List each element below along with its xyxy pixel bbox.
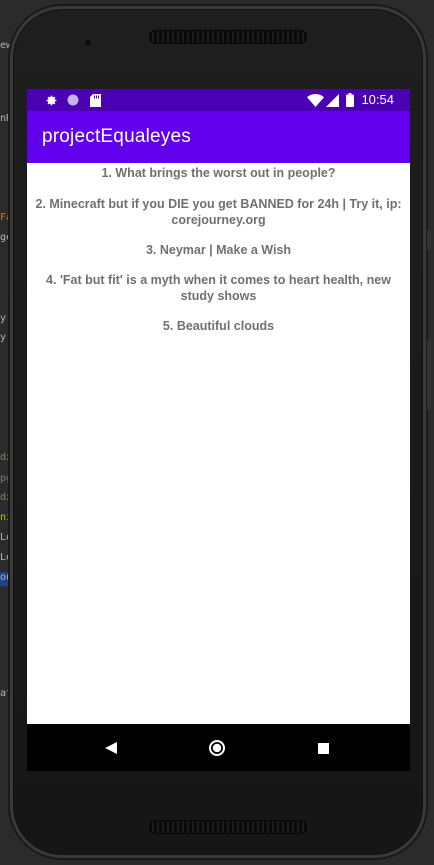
circle-icon bbox=[66, 93, 80, 107]
front-camera bbox=[83, 38, 93, 48]
list-item: 2. Minecraft but if you DIE you get BANN… bbox=[35, 197, 402, 227]
list-item: 3. Neymar | Make a Wish bbox=[145, 243, 292, 257]
status-time: 10:54 bbox=[361, 92, 394, 107]
power-button bbox=[427, 230, 431, 250]
back-icon bbox=[105, 742, 117, 754]
battery-icon bbox=[345, 93, 355, 107]
home-button[interactable] bbox=[207, 738, 227, 758]
list-item: 5. Beautiful clouds bbox=[162, 319, 275, 333]
device-screen: 10:54 projectEqualeyes 1. What brings th… bbox=[27, 89, 410, 771]
signal-icon bbox=[325, 93, 339, 107]
back-button[interactable] bbox=[101, 738, 121, 758]
content-area: 1. What brings the worst out in people? … bbox=[27, 163, 410, 724]
status-bar: 10:54 bbox=[27, 89, 410, 111]
recents-button[interactable] bbox=[313, 738, 333, 758]
volume-button bbox=[427, 340, 431, 410]
app-bar: projectEqualeyes bbox=[27, 111, 410, 163]
settings-icon bbox=[44, 93, 58, 107]
list-item: 1. What brings the worst out in people? bbox=[101, 166, 336, 180]
bottom-speaker-grille bbox=[149, 820, 307, 834]
top-speaker-grille bbox=[149, 30, 307, 44]
navigation-bar bbox=[27, 724, 410, 771]
sd-card-icon bbox=[88, 93, 102, 107]
list-item: 4. 'Fat but fit' is a myth when it comes… bbox=[46, 273, 391, 303]
recents-icon bbox=[317, 742, 329, 754]
app-title: projectEqualeyes bbox=[42, 126, 191, 147]
wifi-icon bbox=[306, 93, 324, 107]
home-icon bbox=[209, 740, 225, 756]
